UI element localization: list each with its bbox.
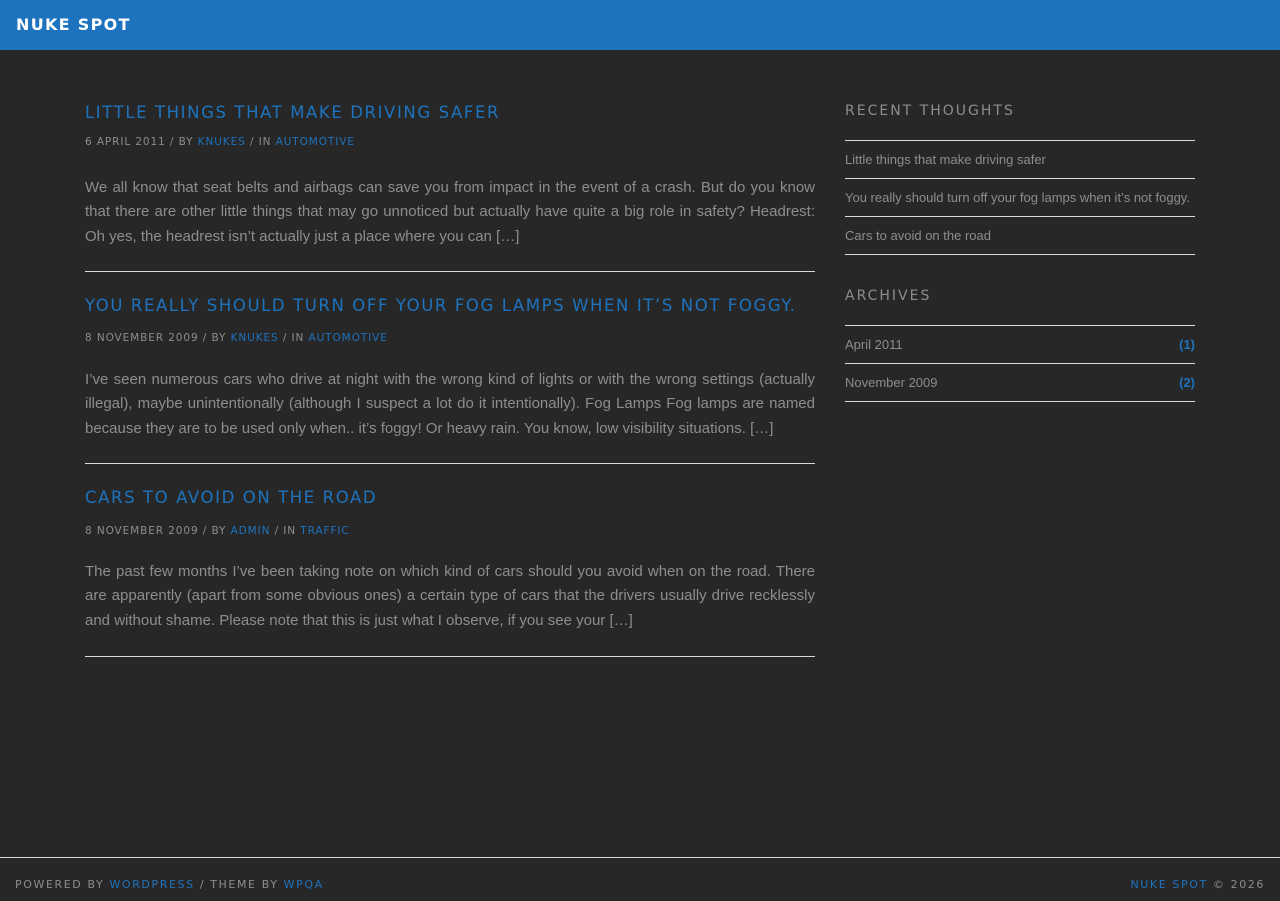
archive-item: November 2009 (2) <box>845 364 1195 402</box>
footer-site-link[interactable]: NUKE SPOT <box>1130 878 1207 891</box>
post-category-link[interactable]: AUTOMOTIVE <box>309 332 388 344</box>
post-category-link[interactable]: AUTOMOTIVE <box>276 136 355 148</box>
theme-by-label: / THEME BY <box>199 878 279 891</box>
post-excerpt: I’ve seen numerous cars who drive at nig… <box>85 371 815 437</box>
post-title-link[interactable]: YOU REALLY SHOULD TURN OFF YOUR FOG LAMP… <box>85 296 797 315</box>
post-author-link[interactable]: KNUKES <box>198 136 246 148</box>
recent-thought-link[interactable]: Little things that make driving safer <box>845 152 1046 167</box>
archive-link[interactable]: November 2009 <box>845 375 938 390</box>
footer-copyright: NUKE SPOT © 2026 <box>1130 878 1265 891</box>
site-title-link[interactable]: NUKE SPOT <box>16 15 131 35</box>
post-title[interactable]: CARS TO AVOID ON THE ROAD <box>85 486 377 510</box>
post-by-label: / BY <box>202 332 227 344</box>
post-by-label: / BY <box>202 525 227 537</box>
post-meta: 6 APRIL 2011 / BY KNUKES / IN AUTOMOTIVE <box>85 135 355 149</box>
archive-count: (1) <box>1179 337 1195 352</box>
recent-thought-item: Cars to avoid on the road <box>845 217 1195 255</box>
post-by-label: / BY <box>169 136 194 148</box>
post-category-link[interactable]: TRAFFIC <box>300 525 349 537</box>
powered-by-label: POWERED BY <box>15 878 105 891</box>
post-title[interactable]: LITTLE THINGS THAT MAKE DRIVING SAFER <box>85 101 500 125</box>
post-title-link[interactable]: LITTLE THINGS THAT MAKE DRIVING SAFER <box>85 103 500 122</box>
post-in-label: / IN <box>249 136 272 148</box>
archives-list: April 2011 (1) November 2009 (2) <box>845 325 1195 402</box>
post-author-link[interactable]: KNUKES <box>231 332 279 344</box>
footer-credits: POWERED BY WORDPRESS / THEME BY WPQA <box>15 878 324 891</box>
wpqa-link[interactable]: WPQA <box>284 878 324 891</box>
recent-thought-item: You really should turn off your fog lamp… <box>845 179 1195 217</box>
post-title[interactable]: YOU REALLY SHOULD TURN OFF YOUR FOG LAMP… <box>85 294 797 318</box>
recent-thought-link[interactable]: You really should turn off your fog lamp… <box>845 190 1190 205</box>
recent-thoughts-list: Little things that make driving safer Yo… <box>845 140 1195 255</box>
archives-title: ARCHIVES <box>845 288 932 304</box>
recent-thought-link[interactable]: Cars to avoid on the road <box>845 228 991 243</box>
post-excerpt: The past few months I’ve been taking not… <box>85 563 815 629</box>
recent-thought-item: Little things that make driving safer <box>845 141 1195 179</box>
wordpress-link[interactable]: WORDPRESS <box>109 878 194 891</box>
copyright-text: © 2026 <box>1212 878 1265 891</box>
post-author-link[interactable]: ADMIN <box>231 525 271 537</box>
archive-count: (2) <box>1179 375 1195 390</box>
post-date: 6 APRIL 2011 <box>85 136 166 148</box>
post-divider <box>85 656 815 657</box>
recent-thoughts-title: RECENT THOUGHTS <box>845 103 1015 119</box>
post-date: 8 NOVEMBER 2009 <box>85 525 199 537</box>
post-date: 8 NOVEMBER 2009 <box>85 332 199 344</box>
post-divider <box>85 463 815 464</box>
site-footer: POWERED BY WORDPRESS / THEME BY WPQA NUK… <box>0 857 1280 901</box>
post-meta: 8 NOVEMBER 2009 / BY KNUKES / IN AUTOMOT… <box>85 331 388 345</box>
archive-item: April 2011 (1) <box>845 326 1195 364</box>
post-in-label: / IN <box>274 525 297 537</box>
post-excerpt: We all know that seat belts and airbags … <box>85 179 815 245</box>
post-in-label: / IN <box>282 332 305 344</box>
site-header: NUKE SPOT <box>0 0 1280 50</box>
post-title-link[interactable]: CARS TO AVOID ON THE ROAD <box>85 488 377 507</box>
post-divider <box>85 271 815 272</box>
archive-link[interactable]: April 2011 <box>845 337 903 352</box>
post-meta: 8 NOVEMBER 2009 / BY ADMIN / IN TRAFFIC <box>85 524 350 538</box>
